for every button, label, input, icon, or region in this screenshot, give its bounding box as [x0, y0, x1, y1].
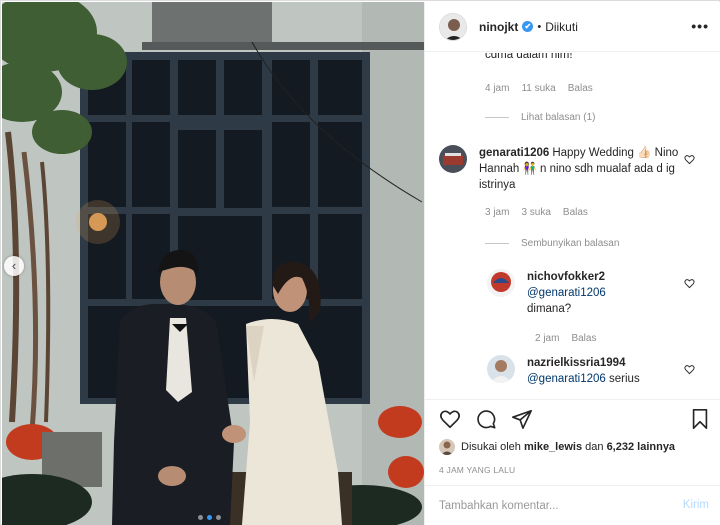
post-side-panel: ninojkt ✔ • Diikuti ••• cdma dalam hlm! … [424, 2, 720, 525]
reply-time: 2 jam [535, 333, 560, 344]
wedding-photo-illustration [2, 2, 424, 525]
likes-others[interactable]: 6,232 lainnya [607, 441, 676, 453]
heart-icon[interactable] [439, 408, 461, 430]
comment-time: 4 jam [485, 83, 510, 94]
post-header: ninojkt ✔ • Diikuti ••• [425, 2, 720, 52]
post-timestamp: 4 JAM YANG LALU [439, 465, 516, 475]
reply-mention[interactable]: @genarati1206 [527, 373, 606, 385]
reply-button[interactable]: Balas [571, 333, 596, 344]
likes-conjunction: dan [585, 441, 604, 453]
comment-composer: Kirim [425, 485, 720, 525]
comment-time: 3 jam [485, 207, 510, 218]
bookmark-icon[interactable] [689, 408, 711, 430]
thread-line [485, 243, 509, 244]
commenter-avatar[interactable] [439, 145, 467, 173]
liker-username[interactable]: mike_lewis [524, 441, 582, 453]
commenter-avatar[interactable] [487, 355, 515, 383]
reply-mention[interactable]: @genarati1206 [527, 285, 687, 301]
comment-meta: 4 jam 11 suka Balas [485, 83, 593, 94]
comment-username[interactable]: genarati1206 [479, 147, 549, 159]
reply-text: serius [609, 373, 640, 385]
hide-replies-button[interactable]: Sembunyikan balasan [485, 238, 619, 249]
reply-item: nazrielkissria1994 @genarati1206 serius [487, 355, 697, 387]
reply-body: nazrielkissria1994 @genarati1206 serius [527, 355, 697, 387]
carousel-indicator [198, 515, 221, 520]
reply-item: nichovfokker2 @genarati1206 dimana? [487, 269, 687, 317]
post-comment-button[interactable]: Kirim [683, 499, 709, 511]
view-replies-label: Lihat balasan (1) [521, 112, 596, 123]
likes-prefix: Disukai oleh [461, 441, 521, 453]
truncated-comment-text: cdma dalam hlm! [485, 53, 573, 61]
reply-text: dimana? [527, 303, 572, 315]
carousel-dot [198, 515, 203, 520]
comment-meta: 3 jam 3 suka Balas [485, 207, 588, 218]
comments-list[interactable]: cdma dalam hlm! 4 jam 11 suka Balas Liha… [425, 53, 720, 399]
carousel-dot [216, 515, 221, 520]
liker-avatar[interactable] [439, 439, 455, 455]
comment-body: genarati1206 Happy Wedding 👍🏻 Nino Hannah… [479, 145, 683, 193]
post-modal: ‹ ninojkt ✔ • Diikuti ••• cdma dalam hlm… [0, 0, 720, 525]
follow-status-button[interactable]: Diikuti [545, 20, 578, 34]
comment-likes[interactable]: 11 suka [521, 83, 555, 94]
reply-meta: 2 jam Balas [535, 333, 596, 344]
reply-username[interactable]: nazrielkissria1994 [527, 355, 694, 371]
verified-icon: ✔ [522, 21, 534, 32]
hide-replies-label: Sembunyikan balasan [521, 238, 620, 249]
like-reply-heart-icon[interactable] [684, 364, 695, 375]
header-separator: • [537, 20, 542, 33]
comment-item: genarati1206 Happy Wedding 👍🏻 Nino Hannah… [439, 145, 689, 193]
thread-line [485, 117, 509, 118]
commenter-avatar[interactable] [487, 269, 515, 297]
post-actions-bar [425, 399, 720, 439]
carousel-prev-button[interactable]: ‹ [4, 256, 24, 276]
like-reply-heart-icon[interactable] [684, 278, 695, 289]
carousel-dot-active [207, 515, 212, 520]
post-photo[interactable]: ‹ [2, 2, 424, 525]
author-avatar[interactable] [439, 12, 467, 41]
share-icon[interactable] [511, 408, 533, 430]
reply-username[interactable]: nichovfokker2 [527, 269, 684, 285]
author-username[interactable]: ninojkt [479, 20, 518, 34]
likes-summary: Disukai oleh mike_lewis dan 6,232 lainny… [439, 439, 675, 455]
reply-body: nichovfokker2 @genarati1206 dimana? [527, 269, 687, 317]
comment-likes[interactable]: 3 suka [521, 207, 550, 218]
comment-input[interactable] [439, 499, 659, 512]
more-icon[interactable]: ••• [691, 18, 709, 34]
chevron-left-icon: ‹ [11, 258, 17, 273]
reply-button[interactable]: Balas [568, 83, 593, 94]
reply-button[interactable]: Balas [563, 207, 588, 218]
comment-icon[interactable] [475, 408, 497, 430]
like-comment-heart-icon[interactable] [684, 154, 695, 165]
view-replies-button[interactable]: Lihat balasan (1) [485, 112, 596, 123]
